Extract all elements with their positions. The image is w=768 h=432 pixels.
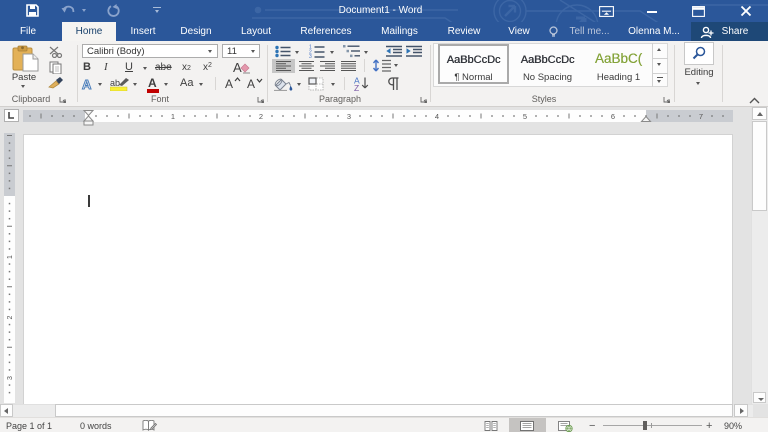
svg-text:2: 2 <box>7 315 14 319</box>
svg-text:1: 1 <box>171 112 175 121</box>
svg-text:3: 3 <box>309 54 312 58</box>
svg-text:7: 7 <box>699 112 703 121</box>
svg-text:5: 5 <box>523 112 527 121</box>
svg-text:A: A <box>233 60 242 74</box>
svg-text:Z: Z <box>354 83 359 91</box>
svg-text:4: 4 <box>435 112 439 121</box>
svg-text:6: 6 <box>611 112 615 121</box>
svg-text:1: 1 <box>7 255 14 259</box>
svg-text:A: A <box>82 77 92 90</box>
svg-text:2: 2 <box>259 112 263 121</box>
svg-text:3: 3 <box>347 112 351 121</box>
svg-text:3: 3 <box>7 376 14 380</box>
svg-text:ab: ab <box>110 78 120 88</box>
